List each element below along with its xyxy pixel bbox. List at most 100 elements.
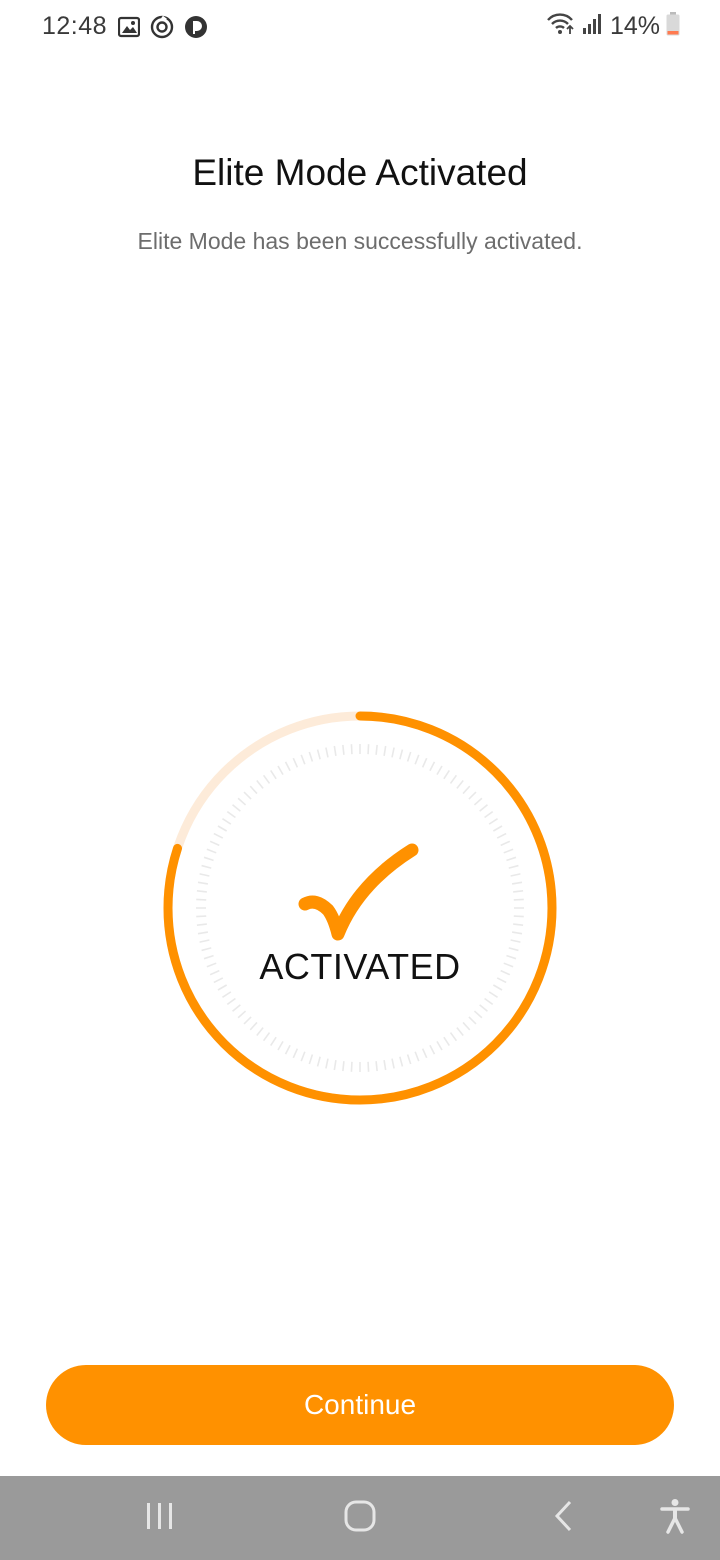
ring-tick [421,1048,428,1059]
activation-ring-graphic [163,711,557,1105]
ring-tick [213,832,224,839]
ring-tick [196,915,207,918]
ring-tick [496,832,507,839]
ring-tick [462,1021,471,1031]
back-icon [552,1500,574,1537]
ring-tick [391,747,395,758]
ring-tick [292,1048,299,1059]
ring-tick [449,1032,458,1042]
ring-tick [510,939,521,943]
ring-tick [383,1059,387,1071]
ring-tick [399,749,404,760]
activation-status-label: ACTIVATED [259,946,461,987]
ring-tick [492,825,503,832]
ring-tick [197,931,209,935]
screen: 12:48 14% Elite Mode Activated Elite Mod… [0,0,720,1560]
ring-tick [222,991,232,998]
ring-tick [406,1054,412,1065]
sync-icon [150,15,174,44]
checkmark-icon [298,843,419,941]
ring-tick [237,797,247,806]
ring-tick [316,749,321,760]
ring-tick [473,797,483,806]
ring-tick [429,761,436,772]
ring-tick [488,991,498,998]
ring-tick [199,939,210,943]
recent-apps-button[interactable] [115,1476,205,1560]
ring-tick [500,840,511,847]
ring-tick [449,774,458,784]
ring-tick [209,840,220,847]
ring-tick-marks [196,744,524,1072]
ring-tick [406,751,412,762]
accessibility-button[interactable] [630,1476,720,1560]
ring-tick [199,873,210,877]
ring-tick [414,1051,420,1062]
ring-tick [232,804,241,812]
ring-tick [488,818,498,825]
navigation-bar [0,1476,720,1560]
wifi-icon [546,12,576,41]
ring-tick [196,898,207,901]
ring-tick [503,848,514,854]
ring-tick [262,1032,271,1042]
ring-tick [468,1016,477,1025]
ring-tick [277,765,284,776]
signal-icon [582,12,604,41]
recent-apps-icon [145,1502,175,1535]
ring-tick [414,754,420,765]
home-button[interactable] [315,1476,405,1560]
ring-tick [243,791,252,800]
status-time: 12:48 [42,12,108,40]
continue-button[interactable]: Continue [46,1365,674,1445]
battery-percentage: 14% [609,12,660,40]
ring-tick [484,810,494,819]
ring-tick [300,1051,306,1062]
gallery-icon [117,16,141,43]
ring-tick [243,1016,252,1025]
home-icon [344,1500,376,1537]
ring-tick [399,1056,404,1067]
ring-tick [513,923,524,926]
ring-tick [473,1010,483,1019]
app-notification-icon [184,15,208,44]
ring-tick [292,757,299,768]
ring-tick [249,785,258,795]
ring-tick [277,1040,284,1051]
ring-tick [333,1059,337,1071]
ring-tick [436,1040,443,1051]
ring-tick [443,1036,450,1046]
ring-tick [270,770,277,780]
ring-tick [308,1054,314,1065]
ring-tick [256,780,264,789]
ring-tick [201,864,212,869]
ring-tick [325,1058,329,1069]
back-button[interactable] [518,1476,608,1560]
ring-tick [479,1004,488,1012]
ring-tick [249,1021,258,1031]
ring-tick [421,757,428,768]
notification-icons [117,15,208,44]
ring-tick [342,744,345,755]
ring-tick [456,1027,464,1036]
ring-tick [222,818,232,825]
status-right: 14% [546,12,680,41]
ring-tick [197,881,209,885]
ring-tick [217,825,228,832]
ring-tick [270,1036,277,1046]
ring-tick [429,1044,436,1055]
ring-tick [462,785,471,795]
ring-tick [479,804,488,812]
ring-tick [468,791,477,800]
ring-tick [206,848,217,854]
ring-tick [284,1044,291,1055]
ring-tick [196,923,207,926]
ring-tick [375,744,378,755]
status-bar: 12:48 14% [0,0,720,56]
ring-tick [513,890,524,893]
ring-tick [350,744,353,755]
ring-tick [284,761,291,772]
ring-tick [367,744,370,755]
ring-tick [508,864,519,869]
ring-tick [342,1061,345,1072]
